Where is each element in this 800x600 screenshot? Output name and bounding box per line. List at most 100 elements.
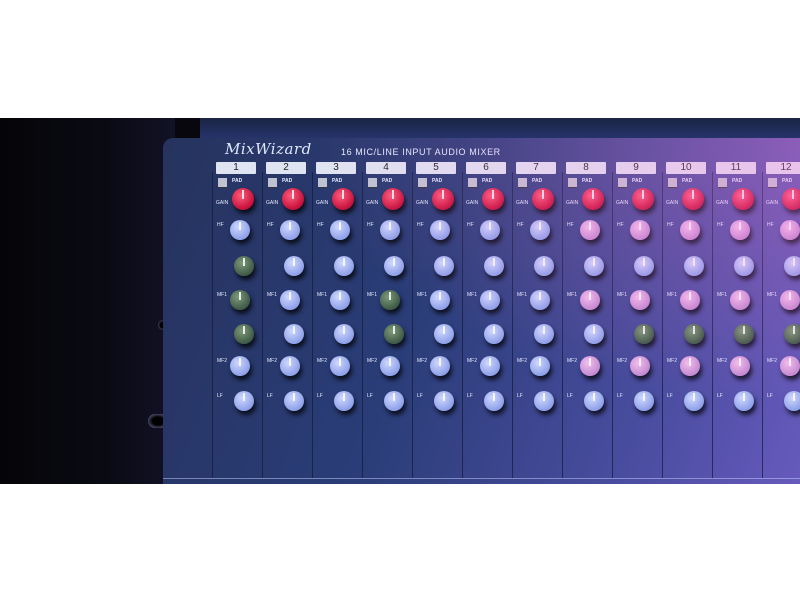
eq-knob[interactable] [634, 324, 654, 344]
eq-knob[interactable] [484, 324, 504, 344]
pad-button[interactable] [468, 178, 477, 187]
eq-knob[interactable] [434, 256, 454, 276]
eq-knob[interactable] [734, 324, 754, 344]
eq-knob[interactable] [780, 290, 800, 310]
gain-knob[interactable] [332, 188, 354, 210]
eq-knob[interactable] [530, 356, 550, 376]
pad-button[interactable] [768, 178, 777, 187]
eq-knob[interactable] [280, 356, 300, 376]
eq-knob[interactable] [480, 356, 500, 376]
eq-knob[interactable] [630, 220, 650, 240]
eq-knob[interactable] [684, 391, 704, 411]
eq-knob[interactable] [584, 391, 604, 411]
eq-knob[interactable] [430, 290, 450, 310]
eq-knob[interactable] [280, 290, 300, 310]
eq-knob[interactable] [230, 356, 250, 376]
eq-knob[interactable] [634, 256, 654, 276]
eq-knob[interactable] [784, 324, 800, 344]
gain-knob[interactable] [582, 188, 604, 210]
eq-band-label: MF1 [567, 292, 577, 298]
eq-knob[interactable] [784, 391, 800, 411]
eq-knob[interactable] [234, 256, 254, 276]
channel-divider [312, 172, 313, 478]
eq-knob[interactable] [380, 220, 400, 240]
eq-knob[interactable] [280, 220, 300, 240]
eq-knob[interactable] [584, 324, 604, 344]
pad-button[interactable] [368, 178, 377, 187]
eq-knob[interactable] [534, 391, 554, 411]
eq-knob[interactable] [284, 324, 304, 344]
pad-button[interactable] [618, 178, 627, 187]
gain-knob[interactable] [232, 188, 254, 210]
pad-button[interactable] [268, 178, 277, 187]
eq-knob[interactable] [384, 256, 404, 276]
eq-knob[interactable] [380, 290, 400, 310]
eq-knob[interactable] [680, 220, 700, 240]
eq-knob[interactable] [630, 290, 650, 310]
eq-knob[interactable] [284, 391, 304, 411]
eq-knob[interactable] [734, 391, 754, 411]
eq-knob[interactable] [430, 220, 450, 240]
eq-band-label: HF [767, 222, 774, 228]
eq-knob[interactable] [580, 220, 600, 240]
gain-knob[interactable] [282, 188, 304, 210]
gain-knob[interactable] [782, 188, 800, 210]
eq-knob[interactable] [330, 220, 350, 240]
eq-knob[interactable] [284, 256, 304, 276]
eq-knob[interactable] [530, 220, 550, 240]
eq-knob[interactable] [334, 391, 354, 411]
eq-knob[interactable] [580, 356, 600, 376]
pad-button[interactable] [418, 178, 427, 187]
eq-knob[interactable] [234, 324, 254, 344]
eq-knob[interactable] [680, 356, 700, 376]
eq-knob[interactable] [734, 256, 754, 276]
eq-knob[interactable] [634, 391, 654, 411]
pad-button[interactable] [318, 178, 327, 187]
eq-knob[interactable] [334, 324, 354, 344]
eq-knob[interactable] [484, 256, 504, 276]
eq-knob[interactable] [780, 220, 800, 240]
pad-button[interactable] [668, 178, 677, 187]
eq-knob[interactable] [384, 324, 404, 344]
eq-knob[interactable] [530, 290, 550, 310]
gain-knob[interactable] [732, 188, 754, 210]
pad-button[interactable] [218, 178, 227, 187]
eq-knob[interactable] [784, 256, 800, 276]
eq-knob[interactable] [730, 356, 750, 376]
eq-knob[interactable] [684, 324, 704, 344]
channel-number-label: 12 [766, 162, 800, 174]
eq-knob[interactable] [480, 220, 500, 240]
eq-knob[interactable] [330, 290, 350, 310]
gain-knob[interactable] [432, 188, 454, 210]
eq-knob[interactable] [534, 324, 554, 344]
eq-knob[interactable] [584, 256, 604, 276]
eq-knob[interactable] [730, 290, 750, 310]
eq-knob[interactable] [484, 391, 504, 411]
eq-knob[interactable] [580, 290, 600, 310]
eq-knob[interactable] [234, 391, 254, 411]
eq-knob[interactable] [430, 356, 450, 376]
eq-knob[interactable] [330, 356, 350, 376]
eq-knob[interactable] [230, 220, 250, 240]
eq-knob[interactable] [434, 324, 454, 344]
eq-knob[interactable] [630, 356, 650, 376]
eq-knob[interactable] [434, 391, 454, 411]
gain-knob[interactable] [632, 188, 654, 210]
gain-knob[interactable] [682, 188, 704, 210]
eq-knob[interactable] [380, 356, 400, 376]
eq-knob[interactable] [334, 256, 354, 276]
gain-knob[interactable] [532, 188, 554, 210]
eq-knob[interactable] [384, 391, 404, 411]
eq-knob[interactable] [534, 256, 554, 276]
eq-knob[interactable] [780, 356, 800, 376]
eq-knob[interactable] [480, 290, 500, 310]
eq-knob[interactable] [230, 290, 250, 310]
pad-button[interactable] [718, 178, 727, 187]
pad-button[interactable] [518, 178, 527, 187]
pad-button[interactable] [568, 178, 577, 187]
gain-knob[interactable] [482, 188, 504, 210]
gain-knob[interactable] [382, 188, 404, 210]
eq-knob[interactable] [684, 256, 704, 276]
eq-knob[interactable] [680, 290, 700, 310]
eq-knob[interactable] [730, 220, 750, 240]
